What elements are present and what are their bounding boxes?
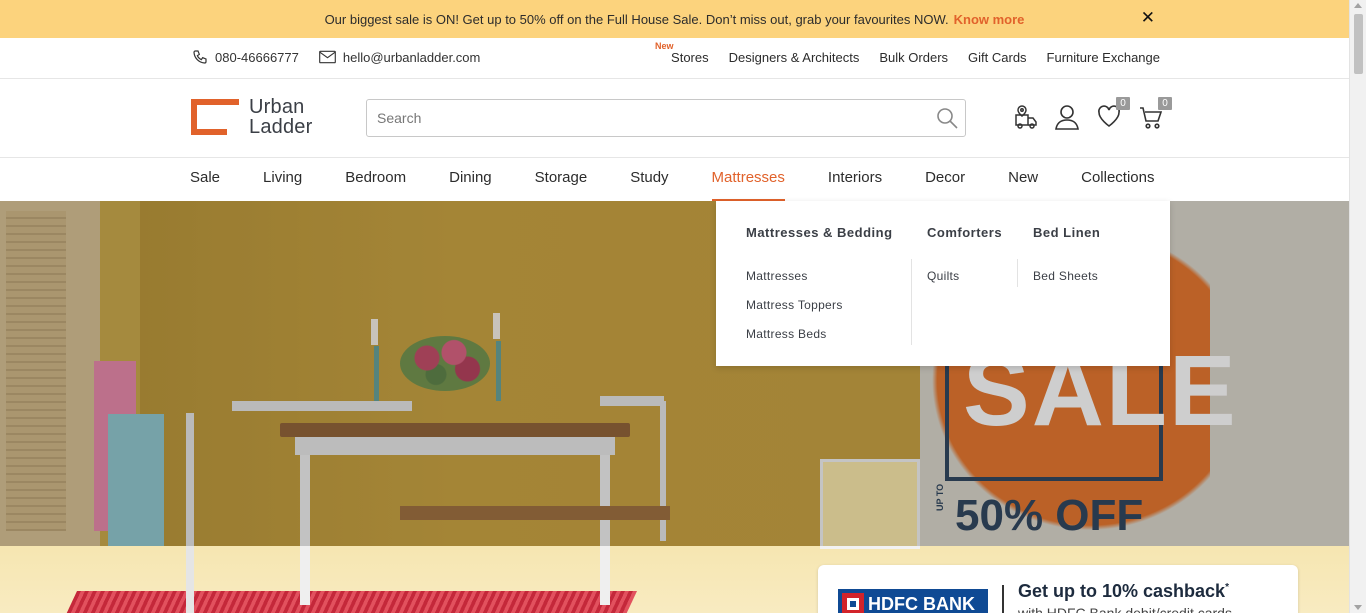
wishlist-count-badge: 0 [1116, 97, 1130, 110]
category-nav: Sale Living Bedroom Dining Storage Study… [0, 158, 1349, 201]
announcement-bar: Our biggest sale is ON! Get up to 50% of… [0, 0, 1349, 38]
hdfc-offer-card[interactable]: HDFC BANK Get up to 10% cashback* with H… [818, 565, 1298, 613]
logo-line-1: Urban [249, 96, 305, 118]
dropdown-column-mattresses-bedding: Mattresses & Bedding Mattresses Mattress… [746, 225, 893, 349]
page-scrollbar[interactable] [1349, 0, 1366, 613]
dropdown-heading-bed-linen[interactable]: Bed Linen [1033, 225, 1100, 240]
gift-cards-link[interactable]: Gift Cards [968, 50, 1027, 65]
dropdown-item-mattress-beds[interactable]: Mattress Beds [746, 320, 893, 349]
search-icon[interactable] [935, 106, 959, 135]
dropdown-column-comforters: Comforters Quilts [927, 225, 1002, 291]
store-locator-icon[interactable] [1012, 103, 1038, 131]
wishlist-icon[interactable]: 0 [1096, 97, 1130, 131]
header-icons: 0 0 [1012, 97, 1172, 131]
nav-item-dining[interactable]: Dining [449, 158, 492, 201]
dropdown-separator [911, 259, 912, 345]
search-input[interactable] [367, 100, 907, 136]
nav-item-storage[interactable]: Storage [535, 158, 588, 201]
email-contact[interactable]: hello@urbanladder.com [319, 49, 481, 65]
nav-item-study[interactable]: Study [630, 158, 668, 201]
dropdown-column-bed-linen: Bed Linen Bed Sheets [1033, 225, 1100, 291]
logo-mark [191, 99, 239, 135]
dropdown-item-mattresses[interactable]: Mattresses [746, 262, 893, 291]
offer-divider [1002, 585, 1004, 613]
scroll-thumb[interactable] [1354, 14, 1363, 74]
nav-item-mattresses[interactable]: Mattresses [711, 158, 786, 201]
nav-item-sale[interactable]: Sale [190, 158, 220, 201]
dropdown-item-mattress-toppers[interactable]: Mattress Toppers [746, 291, 893, 320]
scroll-down-arrow-icon[interactable] [1354, 605, 1362, 610]
utility-links: New Stores Designers & Architects Bulk Or… [655, 41, 1160, 65]
dropdown-item-quilts[interactable]: Quilts [927, 262, 1002, 291]
hdfc-bank-name: HDFC BANK [868, 594, 975, 613]
hdfc-logo-mark [842, 593, 864, 613]
nav-item-new[interactable]: New [1008, 158, 1038, 201]
dropdown-heading-mattresses-bedding[interactable]: Mattresses & Bedding [746, 225, 893, 240]
mattresses-dropdown: Mattresses & Bedding Mattresses Mattress… [716, 201, 1170, 366]
phone-contact[interactable]: 080-46666777 [192, 49, 299, 65]
stores-label: Stores [671, 50, 709, 65]
cart-count-badge: 0 [1158, 97, 1172, 110]
dropdown-heading-comforters[interactable]: Comforters [927, 225, 1002, 240]
urban-ladder-logo[interactable]: Urban Ladder [191, 97, 312, 137]
nav-item-bedroom[interactable]: Bedroom [345, 158, 406, 201]
cashback-subtitle: with HDFC Bank debit/credit cards [1018, 605, 1232, 613]
nav-item-collections[interactable]: Collections [1081, 158, 1154, 201]
bulk-orders-link[interactable]: Bulk Orders [879, 50, 948, 65]
phone-icon [193, 50, 207, 64]
cashback-title: Get up to 10% cashback* [1018, 581, 1229, 602]
profile-icon[interactable] [1054, 103, 1080, 131]
email-address: hello@urbanladder.com [342, 49, 481, 65]
designers-architects-link[interactable]: Designers & Architects [729, 50, 860, 65]
furniture-exchange-link[interactable]: Furniture Exchange [1047, 50, 1160, 65]
main-header: Urban Ladder 0 0 [0, 79, 1349, 158]
logo-wordmark: Urban Ladder [249, 97, 312, 137]
mail-icon [319, 50, 336, 64]
logo-line-2: Ladder [249, 116, 313, 138]
new-tag: New [655, 41, 674, 51]
know-more-link[interactable]: Know more [954, 12, 1025, 27]
cashback-asterisk: * [1225, 582, 1229, 593]
hdfc-bank-logo: HDFC BANK [838, 589, 988, 613]
stores-link[interactable]: New Stores [655, 41, 709, 65]
close-icon[interactable]: ✕ [1141, 9, 1155, 27]
dropdown-separator [1017, 259, 1018, 287]
nav-item-living[interactable]: Living [263, 158, 302, 201]
search-box [366, 99, 966, 137]
hero-rug [63, 591, 637, 613]
announcement-text: Our biggest sale is ON! Get up to 50% of… [324, 11, 949, 27]
cashback-title-text: Get up to 10% cashback [1018, 581, 1226, 601]
utility-bar: 080-46666777 hello@urbanladder.com New St… [0, 38, 1349, 79]
nav-item-interiors[interactable]: Interiors [828, 158, 882, 201]
contact-info: 080-46666777 hello@urbanladder.com [192, 49, 480, 65]
phone-number: 080-46666777 [215, 49, 299, 65]
cart-icon[interactable]: 0 [1138, 97, 1172, 131]
dropdown-item-bed-sheets[interactable]: Bed Sheets [1033, 262, 1100, 291]
scroll-up-arrow-icon[interactable] [1354, 3, 1362, 8]
nav-item-decor[interactable]: Decor [925, 158, 965, 201]
